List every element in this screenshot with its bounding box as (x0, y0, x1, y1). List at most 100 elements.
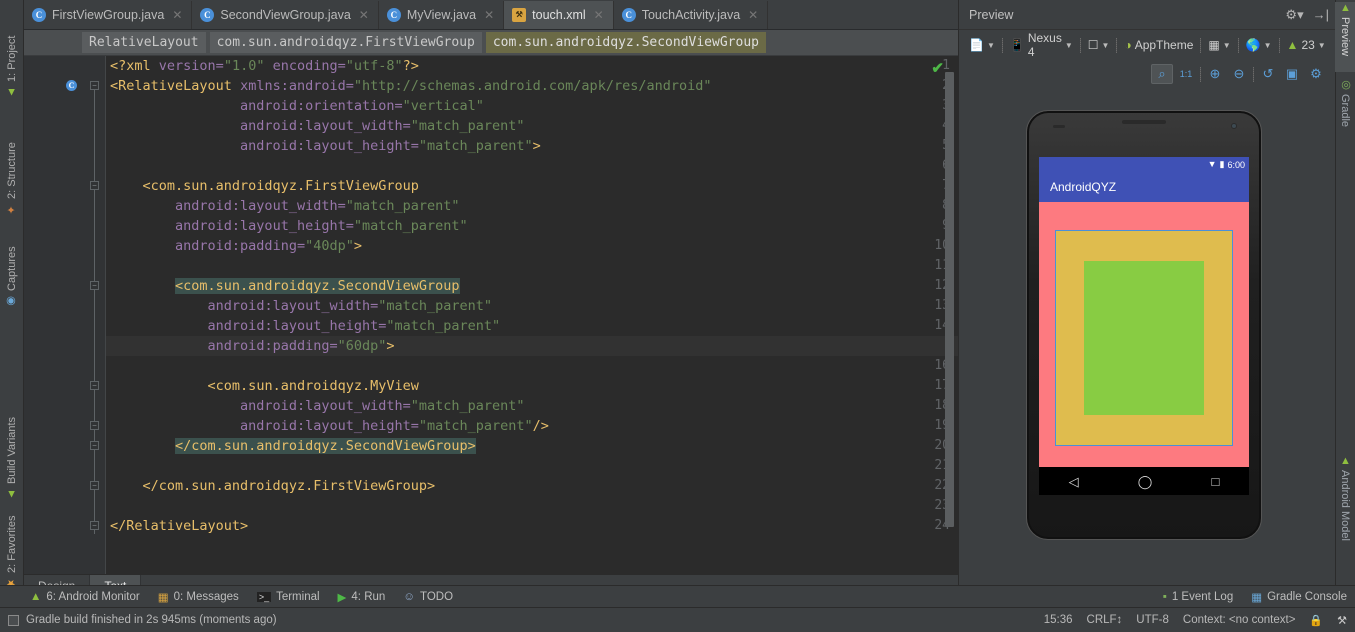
memory-icon[interactable]: ⚒ (1337, 614, 1347, 627)
tool-window-event-log[interactable]: ▪ 1 Event Log (1163, 591, 1233, 603)
zoom-to-fit-icon[interactable]: ⌕ (1151, 64, 1173, 84)
tool-window-run[interactable]: ▶ 4: Run (338, 590, 386, 604)
ui-mode-icon[interactable]: ▦▼ (1202, 38, 1236, 52)
close-icon[interactable]: ✕ (172, 8, 182, 22)
breadcrumb-item-firstviewgroup[interactable]: com.sun.androidqyz.FirstViewGroup (210, 32, 482, 53)
rail-item-favorites[interactable]: ★ 2: Favorites (0, 500, 24, 590)
editor-tab-firstviewgroup[interactable]: C FirstViewGroup.java ✕ (24, 1, 192, 29)
android-icon: ▲ (30, 591, 41, 603)
fold-toggle-icon[interactable]: − (90, 81, 99, 90)
todo-icon: ☺ (403, 591, 415, 603)
zoom-in-icon[interactable]: ⊕ (1204, 64, 1226, 84)
fold-toggle-icon[interactable]: − (90, 181, 99, 190)
home-circle-icon[interactable]: ◯ (1138, 475, 1153, 488)
orientation-icon[interactable]: ☐▼ (1082, 38, 1116, 52)
locale-globe-icon[interactable]: 🌎▼ (1240, 38, 1278, 52)
code-lines[interactable]: <?xml version="1.0" encoding="utf-8"?> <… (106, 56, 958, 574)
code-editor[interactable]: 1 2 3 4 5 6 7 8 9 10 11 12 13 14 15 16 1… (24, 56, 958, 574)
rail-item-gradle[interactable]: ◎ Gradle (1335, 78, 1355, 142)
back-triangle-icon[interactable]: ◁ (1069, 475, 1079, 488)
close-icon[interactable]: ✕ (484, 8, 494, 22)
rail-item-project[interactable]: ▲ 1: Project (0, 6, 24, 98)
api-level-selector[interactable]: ▲23▼ (1281, 38, 1332, 52)
code-line: android:layout_height="match_parent"> (106, 136, 958, 156)
device-selector[interactable]: 📱Nexus 4▼ (1004, 31, 1079, 59)
divider (1200, 38, 1201, 53)
preview-settings-icon[interactable]: ⚙ (1305, 64, 1327, 84)
breadcrumb-item-secondviewgroup[interactable]: com.sun.androidqyz.SecondViewGroup (486, 32, 766, 53)
refresh-icon[interactable]: ↺ (1257, 64, 1279, 84)
first-view-group-preview[interactable] (1056, 231, 1232, 445)
device-config-icon[interactable]: 📄▼ (963, 38, 1001, 52)
editor-tab-secondviewgroup[interactable]: C SecondViewGroup.java ✕ (192, 1, 378, 29)
line-number-gutter (24, 56, 82, 574)
divider (1080, 38, 1081, 53)
fold-toggle-icon[interactable]: − (90, 281, 99, 290)
editor-tab-touchactivity[interactable]: C TouchActivity.java ✕ (614, 1, 768, 29)
tool-window-todo[interactable]: ☺ TODO (403, 591, 453, 603)
device-screen[interactable]: ▼ ▮ 6:00 AndroidQYZ ◁ ◯ □ (1039, 157, 1249, 495)
terminal-icon: >_ (257, 592, 271, 602)
caret-position[interactable]: 15:36 (1044, 614, 1073, 626)
battery-icon: ▮ (1220, 160, 1225, 169)
theme-name: AppTheme (1135, 38, 1194, 52)
close-icon[interactable]: ✕ (748, 8, 758, 22)
fold-guide (94, 86, 95, 534)
fold-toggle-icon[interactable]: − (90, 421, 99, 430)
fold-toggle-icon[interactable]: − (90, 481, 99, 490)
code-line: <?xml version="1.0" encoding="utf-8"?> (106, 56, 958, 76)
status-message-group: Gradle build finished in 2s 945ms (momen… (8, 614, 277, 626)
bottom-tool-window-bar-right: ▪ 1 Event Log ▦ Gradle Console (1163, 590, 1347, 604)
divider (1279, 38, 1280, 53)
rail-item-label: Gradle (1339, 94, 1351, 127)
tool-window-terminal[interactable]: >_ Terminal (257, 591, 320, 603)
close-icon[interactable]: ✕ (594, 8, 604, 22)
rail-item-android-model[interactable]: ▲ Android Model (1335, 455, 1355, 580)
screenshot-icon[interactable]: ▣ (1281, 64, 1303, 84)
fold-toggle-icon[interactable]: − (90, 521, 99, 530)
rail-item-preview[interactable]: ▲ Preview (1335, 2, 1355, 72)
editor-tab-label: TouchActivity.java (642, 8, 740, 22)
fold-toggle-icon[interactable]: − (90, 441, 99, 450)
line-separator[interactable]: CRLF↕ (1087, 614, 1123, 626)
fold-toggle-icon[interactable]: − (90, 381, 99, 390)
class-marker-icon[interactable]: C (66, 80, 77, 91)
rail-item-captures[interactable]: ◉ Captures (0, 222, 24, 308)
preview-icon: ▲ (1340, 2, 1351, 14)
encoding[interactable]: UTF-8 (1136, 614, 1169, 626)
rail-item-build-variants[interactable]: ▲ Build Variants (0, 388, 24, 500)
close-icon[interactable]: ✕ (359, 8, 369, 22)
zoom-out-icon[interactable]: ⊖ (1228, 64, 1250, 84)
second-view-group-preview[interactable] (1084, 261, 1204, 415)
editor-tab-myview[interactable]: C MyView.java ✕ (379, 1, 504, 29)
inspection-ok-icon[interactable]: ✔ (931, 59, 944, 77)
rail-item-structure[interactable]: ✦ 2: Structure (0, 108, 24, 216)
gear-icon[interactable]: ⚙▾ (1285, 7, 1303, 23)
code-line: android:layout_height="match_parent"/> (106, 416, 958, 436)
code-line: android:layout_height="match_parent" (106, 216, 958, 236)
editor-scrollbar[interactable] (945, 72, 954, 527)
editor-tab-touch-xml[interactable]: ⚒ touch.xml ✕ (504, 1, 614, 29)
code-line-current: android:padding="60dp"> (106, 336, 958, 356)
android-nav-bar: ◁ ◯ □ (1039, 467, 1249, 495)
status-time: 6:00 (1227, 160, 1245, 170)
code-line: <RelativeLayout xmlns:android="http://sc… (106, 76, 958, 96)
status-indicator-icon (8, 615, 19, 626)
sensor-icon (1053, 125, 1065, 128)
lock-icon[interactable]: 🔒 (1309, 614, 1323, 627)
code-line: <com.sun.androidqyz.FirstViewGroup (106, 176, 958, 196)
relative-layout-preview[interactable] (1039, 202, 1249, 467)
camera-icon (1231, 123, 1237, 129)
preview-zoom-toolbar: ⌕ 1:1 ⊕ ⊖ ↺ ▣ ⚙ (959, 60, 1335, 88)
tool-window-gradle-console[interactable]: ▦ Gradle Console (1251, 590, 1347, 604)
hide-icon[interactable]: →| (1313, 7, 1329, 22)
rail-item-label: 2: Favorites (6, 516, 18, 573)
zoom-actual-size-icon[interactable]: 1:1 (1175, 64, 1197, 84)
breadcrumb-item-relativelayout[interactable]: RelativeLayout (82, 32, 206, 53)
theme-selector[interactable]: ◑AppTheme (1118, 38, 1199, 52)
android-app-bar: AndroidQYZ (1039, 172, 1249, 202)
tool-window-messages[interactable]: ▦ 0: Messages (158, 590, 239, 604)
tool-window-android-monitor[interactable]: ▲ 6: Android Monitor (30, 591, 140, 603)
recents-square-icon[interactable]: □ (1212, 475, 1220, 488)
code-line (106, 256, 958, 276)
